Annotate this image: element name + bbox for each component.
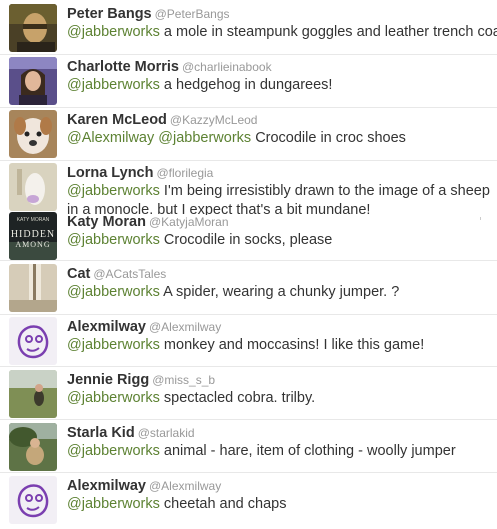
tweet-item: Starla Kid @starlakid @jabberworks animal…: [0, 423, 497, 475]
mention-link[interactable]: @jabberworks: [67, 77, 160, 93]
tweet-text-content: A spider, wearing a chunky jumper. ?: [163, 284, 400, 300]
author-handle[interactable]: @KatyjaMoran: [149, 215, 229, 229]
tweet-text: @jabberworks spectacled cobra. trilby.: [67, 389, 495, 408]
avatar-lorna-lynch-image: [9, 163, 57, 211]
divider: [0, 260, 497, 261]
tweet-text: @jabberworks I'm being irresistibly draw…: [67, 182, 495, 215]
author-name[interactable]: Lorna Lynch: [67, 165, 153, 181]
tweet-item: Peter Bangs @PeterBangs @jabberworks a mo…: [0, 4, 497, 56]
avatar-subtitle-text: AMONG: [15, 240, 50, 249]
author-name[interactable]: Alexmilway: [67, 319, 146, 335]
avatar[interactable]: [9, 264, 57, 312]
author-handle[interactable]: @PeterBangs: [155, 7, 230, 21]
avatar-cat-image: [9, 264, 57, 312]
author-name[interactable]: Peter Bangs: [67, 6, 152, 22]
tweet-item: KATY MORAN HIDDEN AMONG Katy Moran @Katyj…: [0, 212, 497, 264]
tweet-text: @Alexmilway @jabberworks Crocodile in cr…: [67, 129, 495, 148]
mention-link[interactable]: @jabberworks: [67, 284, 160, 300]
divider: [0, 54, 497, 55]
avatar[interactable]: [9, 110, 57, 158]
tweet-text-content: spectacled cobra. trilby.: [163, 390, 316, 406]
avatar[interactable]: [9, 370, 57, 418]
mention-link[interactable]: @Alexmilway: [67, 130, 154, 146]
tweet-item: Alexmilway @Alexmilway @jabberworks cheet…: [0, 476, 497, 528]
author-handle[interactable]: @Alexmilway: [149, 320, 221, 334]
tweet-item: Alexmilway @Alexmilway @jabberworks monke…: [0, 317, 497, 369]
mention-link[interactable]: @jabberworks: [67, 183, 160, 199]
tweet-text: @jabberworks a hedgehog in dungarees!: [67, 76, 495, 95]
tweet-text-content: monkey and moccasins! I like this game!: [163, 337, 425, 353]
divider: [0, 419, 497, 420]
mention-link[interactable]: @jabberworks: [67, 337, 160, 353]
avatar[interactable]: [9, 4, 57, 52]
author-name[interactable]: Katy Moran: [67, 214, 146, 230]
divider: [0, 472, 497, 473]
author-name[interactable]: Cat: [67, 266, 90, 282]
author-handle[interactable]: @florilegia: [156, 166, 213, 180]
tweet-text: @jabberworks monkey and moccasins! I lik…: [67, 336, 495, 355]
avatar-alexmilway-doodle-image: [9, 476, 57, 524]
divider: [0, 366, 497, 367]
avatar[interactable]: [9, 423, 57, 471]
tweet-text: @jabberworks Crocodile in socks, please: [67, 231, 495, 250]
tweet-text-content: animal - hare, item of clothing - woolly…: [163, 443, 456, 459]
avatar[interactable]: [9, 317, 57, 365]
tweet-text: @jabberworks A spider, wearing a chunky …: [67, 283, 495, 302]
tweet-item: Karen McLeod @KazzyMcLeod @Alexmilway @ja…: [0, 110, 497, 162]
avatar-alexmilway-doodle-image: [9, 317, 57, 365]
author-name[interactable]: Alexmilway: [67, 478, 146, 494]
avatar-peter-bangs-image: [9, 4, 57, 52]
tweet-item: Charlotte Morris @charlieinabook @jabberw…: [0, 57, 497, 109]
mention-link[interactable]: @jabberworks: [67, 496, 160, 512]
tweet-item: Jennie Rigg @miss_s_b @jabberworks specta…: [0, 370, 497, 422]
avatar[interactable]: [9, 163, 57, 211]
divider: [0, 314, 497, 315]
author-name[interactable]: Starla Kid: [67, 425, 135, 441]
mention-link[interactable]: @jabberworks: [158, 130, 251, 146]
mention-link[interactable]: @jabberworks: [67, 232, 160, 248]
avatar[interactable]: KATY MORAN HIDDEN AMONG: [9, 212, 57, 260]
divider: [0, 107, 497, 108]
author-handle[interactable]: @Alexmilway: [149, 479, 221, 493]
tweet-text-content: Crocodile in croc shoes: [255, 130, 406, 146]
avatar-title-text: HIDDEN: [11, 229, 55, 240]
author-name[interactable]: Charlotte Morris: [67, 59, 179, 75]
mention-link[interactable]: @jabberworks: [67, 24, 160, 40]
author-handle[interactable]: @miss_s_b: [152, 373, 215, 387]
author-handle[interactable]: @starlakid: [138, 426, 195, 440]
author-handle[interactable]: @charlieinabook: [182, 60, 272, 74]
avatar-author-text: KATY MORAN: [17, 217, 50, 223]
tweet-text: @jabberworks animal - hare, item of clot…: [67, 442, 495, 461]
avatar-jennie-rigg-image: [9, 370, 57, 418]
tweet-text-content: Crocodile in socks, please: [163, 232, 333, 248]
tweet-text-content: a hedgehog in dungarees!: [163, 77, 333, 93]
tweet-text-content: cheetah and chaps: [163, 496, 287, 512]
author-name[interactable]: Jennie Rigg: [67, 372, 149, 388]
author-name[interactable]: Karen McLeod: [67, 112, 167, 128]
author-handle[interactable]: @KazzyMcLeod: [170, 113, 258, 127]
tweet-item: Cat @ACatsTales @jabberworks A spider, we…: [0, 264, 497, 316]
tweet-item: Lorna Lynch @florilegia @jabberworks I'm …: [0, 163, 497, 215]
avatar-starla-kid-image: [9, 423, 57, 471]
avatar-katy-moran-image: KATY MORAN HIDDEN AMONG: [9, 212, 57, 260]
tweet-text: @jabberworks cheetah and chaps: [67, 495, 495, 514]
avatar[interactable]: [9, 476, 57, 524]
divider: [0, 160, 497, 161]
mention-link[interactable]: @jabberworks: [67, 443, 160, 459]
author-handle[interactable]: @ACatsTales: [93, 267, 166, 281]
avatar-karen-mcleod-image: [9, 110, 57, 158]
tweet-text: @jabberworks a mole in steampunk goggles…: [67, 23, 497, 42]
avatar[interactable]: [9, 57, 57, 105]
tweet-feed: Peter Bangs @PeterBangs @jabberworks a mo…: [0, 0, 497, 529]
tweet-text-content: a mole in steampunk goggles and leather …: [163, 24, 497, 40]
avatar-charlotte-morris-image: [9, 57, 57, 105]
mention-link[interactable]: @jabberworks: [67, 390, 160, 406]
